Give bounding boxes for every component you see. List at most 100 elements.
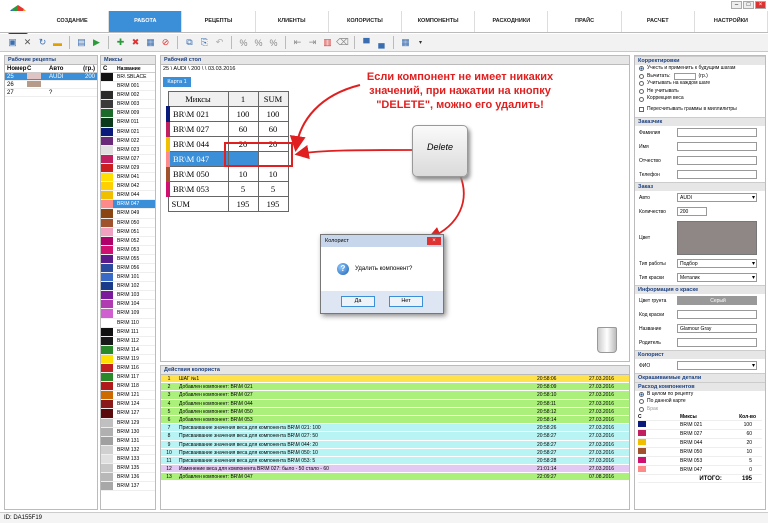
option-subtract[interactable]: Вычитать: (гр.) <box>635 73 765 81</box>
move-right-icon[interactable]: ⇥ <box>306 36 319 49</box>
mix-row[interactable]: BR\M 116 <box>101 364 155 374</box>
mix-row[interactable]: BR\M 133 <box>101 454 155 465</box>
trash-icon[interactable] <box>597 327 617 353</box>
mix-row[interactable]: BR\ SBLACE <box>101 73 155 83</box>
action-row[interactable]: 5 Добавлен компонент: BR\M 050 20:58:12 27.… <box>161 407 629 416</box>
save-icon[interactable]: ▣ <box>6 36 19 49</box>
menu-item[interactable]: РАСХОДНИКИ <box>475 11 549 32</box>
consumption-row[interactable]: BR\M 050 10 <box>638 447 762 458</box>
percent-alt-icon[interactable]: % <box>252 36 265 49</box>
lastname-input[interactable] <box>677 128 757 138</box>
add-card-icon[interactable]: ▤ <box>75 36 88 49</box>
radio-icon[interactable] <box>639 73 644 79</box>
consumption-header[interactable]: Кол-во <box>727 413 762 422</box>
checkbox-icon[interactable] <box>639 107 644 113</box>
mix-row[interactable]: BR\M 009 <box>101 109 155 119</box>
mix-row[interactable]: BR\M 119 <box>101 354 155 364</box>
layout-top-icon[interactable]: ▀ <box>360 36 373 49</box>
mix-row[interactable]: BR\M 130 <box>101 427 155 437</box>
mix-table-header[interactable]: Миксы <box>167 91 229 107</box>
mix-row[interactable]: BR\M 129 <box>101 418 155 428</box>
mix-cell-value[interactable]: 100 <box>227 106 259 122</box>
consumption-row[interactable]: BR\M 021 100 <box>638 420 762 431</box>
painttype-select[interactable]: Металик <box>677 273 757 283</box>
action-row[interactable]: 6 Добавлен компонент: BR\M 053 20:58:14 27.… <box>161 415 629 425</box>
mix-row[interactable]: BR\M 103 <box>101 291 155 301</box>
mix-row[interactable]: BR\M 049 <box>101 209 155 219</box>
mix-table-row[interactable]: BR\M 021 100 100 <box>166 106 289 122</box>
mix-row[interactable]: BR\M 104 <box>101 300 155 310</box>
mix-row[interactable]: BR\M 052 <box>101 236 155 246</box>
col-name[interactable]: Название <box>113 65 141 72</box>
mix-table-header[interactable]: SUM <box>257 91 289 107</box>
paste-icon[interactable]: ⎘ <box>198 36 211 49</box>
recipe-row[interactable]: 27? <box>5 89 97 97</box>
mix-row[interactable]: BR\M 111 <box>101 327 155 337</box>
percent-card-icon[interactable]: % <box>267 36 280 49</box>
recipe-row[interactable]: 25 AUDI 200 <box>5 73 97 81</box>
mix-row[interactable]: BR\M 001 <box>101 82 155 92</box>
menu-item[interactable]: КОМПОНЕНТЫ <box>402 11 476 32</box>
radio-icon[interactable] <box>639 89 644 95</box>
dialog-close-icon[interactable]: × <box>427 237 441 245</box>
recipe-row[interactable]: 26 <box>5 81 97 89</box>
subtract-input[interactable] <box>673 72 696 80</box>
mix-cell-name[interactable]: BR\M 047 <box>166 151 229 167</box>
mix-row[interactable]: BR\M 112 <box>101 336 155 346</box>
cons-option-defect[interactable]: Брак <box>635 406 765 414</box>
mix-row[interactable]: BR\M 053 <box>101 245 155 255</box>
menu-item[interactable]: КОЛОРИСТЫ <box>329 11 403 32</box>
action-row[interactable]: 4 Добавлен компонент: BR\M 044 20:58:11 27.… <box>161 399 629 408</box>
mix-row[interactable]: BR\M 051 <box>101 227 155 237</box>
action-row[interactable]: 7 Присваивание значения веса для компонен… <box>161 424 629 433</box>
color-swatch[interactable] <box>677 220 757 255</box>
mix-table-row[interactable]: BR\M 053 5 5 <box>166 181 289 197</box>
next-card-icon[interactable]: ▶ <box>90 36 103 49</box>
yes-button[interactable]: Да <box>341 296 375 307</box>
consumption-header[interactable]: С <box>638 413 650 422</box>
mix-row[interactable]: BR\M 003 <box>101 100 155 110</box>
mix-row[interactable]: BR\M 029 <box>101 163 155 174</box>
mix-row[interactable]: BR\M 002 <box>101 91 155 101</box>
mix-row[interactable]: BR\M 136 <box>101 473 155 483</box>
consumption-row[interactable]: BR\M 053 5 <box>638 456 762 467</box>
add-row-icon[interactable]: ✚ <box>114 36 127 49</box>
mix-row[interactable]: BR\M 050 <box>101 218 155 228</box>
option-weight-corr[interactable]: Коррекция веса <box>635 95 765 103</box>
dropdown-arrow-icon[interactable]: ▾ <box>414 36 427 49</box>
mix-row[interactable]: BR\M 137 <box>101 482 155 492</box>
firstname-input[interactable] <box>677 142 757 152</box>
option-each-step[interactable]: Учитывать на каждом шаге <box>635 80 765 88</box>
mix-row[interactable]: BR\M 132 <box>101 445 155 455</box>
menu-item[interactable]: РЕЦЕПТЫ <box>182 11 256 32</box>
no-button[interactable]: Нет <box>389 296 423 307</box>
radio-selected-icon[interactable] <box>639 66 644 72</box>
col-grams[interactable]: (гр.) <box>75 65 97 72</box>
mix-row[interactable]: BR\M 023 <box>101 145 155 155</box>
calc-icon[interactable]: ▥ <box>321 36 334 49</box>
mix-cell-name[interactable]: BR\M 021 <box>166 106 229 122</box>
mix-row[interactable]: BR\M 110 <box>101 318 155 328</box>
mix-row[interactable]: BR\M 127 <box>101 409 155 419</box>
consumption-row[interactable]: BR\M 047 0 <box>638 465 762 476</box>
radio-icon[interactable] <box>639 399 644 405</box>
undo-icon[interactable]: ↶ <box>213 36 226 49</box>
mix-row[interactable]: BR\M 117 <box>101 373 155 383</box>
menu-item[interactable]: НАСТРОЙКИ <box>695 11 768 32</box>
auto-select[interactable]: AUDI <box>677 193 757 203</box>
action-row[interactable]: 12 Изменение веса для компонента BR\M 027… <box>161 465 629 474</box>
mix-cell-value[interactable]: 10 <box>227 166 259 182</box>
mix-row[interactable]: BR\M 135 <box>101 464 155 474</box>
mix-row[interactable]: BR\M 101 <box>101 273 155 283</box>
action-row[interactable]: 9 Присваивание значения веса для компонен… <box>161 440 629 449</box>
radio-icon[interactable] <box>639 407 644 413</box>
recalc-checkbox[interactable]: Пересчитывать граммы в миллилитры <box>635 106 765 114</box>
consumption-header[interactable]: Миксы <box>650 413 728 422</box>
percent-icon[interactable]: % <box>237 36 250 49</box>
mix-row[interactable]: BR\M 118 <box>101 382 155 392</box>
grid-options-icon[interactable]: ▦ <box>399 36 412 49</box>
layout-bottom-icon[interactable]: ▄ <box>375 36 388 49</box>
consumption-row[interactable]: BR\M 027 60 <box>638 429 762 440</box>
action-row[interactable]: 11 Присваивание значения веса для компоне… <box>161 456 629 466</box>
mix-cell-value[interactable]: 5 <box>227 181 259 197</box>
